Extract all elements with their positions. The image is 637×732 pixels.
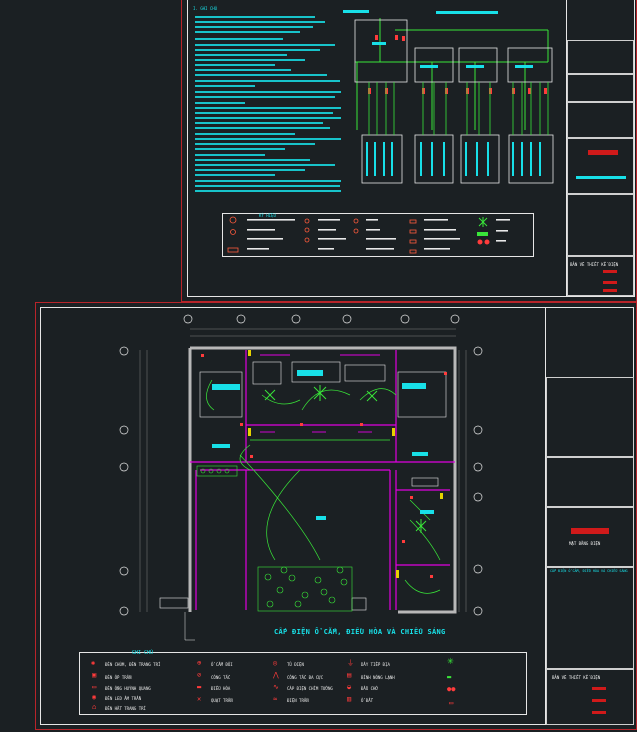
legend-item: CÁP ĐIỆN CHÌM TƯỜNG [287,686,333,691]
legend-item: Ổ ĐẤT [361,698,374,703]
ceiling-cable-icon: ≈ [273,695,278,703]
bottom-title-caption: MẶT BẰNG ĐIỆN [569,541,601,546]
legend-item: ĐÈN ỐNG HUỲNH QUANG [105,686,151,691]
panel-symbol-icon: ●● [447,685,456,693]
legend-item: ĐIỆN TRẦN [287,698,309,703]
bottom-legend-items: ✺ ĐÈN CHÙM, ĐÈN TRANG TRÍ ▣ ĐÈN ỐP TRẦN … [79,652,527,715]
top-title-caption: BẢN VẼ THIẾT KẾ ĐIỆN [570,262,619,267]
cove-light-icon: ⌂ [92,703,97,711]
heater-symbol-icon: ▭ [449,699,454,707]
socket-icon: ⊕ [197,659,202,667]
legend-item: DÂY TIẾP ĐỊA [361,662,390,667]
air-conditioner-icon: ▬ [197,683,202,691]
notes-heading: I. GHI CHÚ [193,6,218,11]
legend-item: ĐÈN ỐP TRẦN [105,675,132,680]
switch-icon: ⊘ [197,671,202,679]
bottom-title-drawing: CẤP ĐIỆN Ổ CẮM, ĐIỀU HÒA VÀ CHIẾU SÁNG [550,569,628,573]
top-notes: I. GHI CHÚ [193,6,343,196]
three-way-switch-icon: ⋀ [273,671,279,679]
legend-item: ĐÈN LED ÂM TRẦN [105,696,142,701]
earth-socket-icon: ▥ [347,695,352,703]
top-legend: KÝ HIỆU [222,213,534,257]
chandelier-icon: ✺ [91,659,96,667]
downlight-icon: ◉ [92,693,97,701]
top-title-block: BẢN VẼ THIẾT KẾ ĐIỆN [566,0,634,297]
top-legend-title: KÝ HIỆU [259,213,276,218]
ceiling-light-icon: ▣ [92,671,97,679]
legend-item: QUẠT TRẦN [211,698,233,703]
legend-item: ĐÈN CHÙM, ĐÈN TRANG TRÍ [105,662,161,667]
bottom-title-block: MẶT BẰNG ĐIỆN CẤP ĐIỆN Ổ CẮM, ĐIỀU HÒA V… [545,307,634,725]
legend-item: BÌNH NÓNG LẠNH [361,675,395,680]
legend-item: TỦ ĐIỆN [287,662,304,667]
tube-light-icon: ▭ [92,683,97,691]
ground-wire-icon: ⏚ [347,659,354,667]
bottom-title-bottom: BẢN VẼ THIẾT KẾ ĐIỆN [552,675,601,680]
legend-item: CÔNG TẮC [211,675,231,680]
plan-title: CẤP ĐIỆN Ổ CẮM, ĐIỀU HÒA VÀ CHIẾU SÁNG [274,628,446,636]
ceiling-fan-icon: ✕ [197,695,202,703]
cable-icon: ∿ [273,683,279,691]
panel-icon: ◎ [273,659,278,667]
water-heater-icon: ▤ [347,671,352,679]
fan-symbol-icon: ✳ [447,654,454,667]
legend-item: Ổ CẮM ĐÔI [211,662,233,667]
legend-item: ĐIỀU HÒA [211,686,231,691]
ac-symbol-icon: ▬ [447,673,452,681]
legend-item: CÔNG TẮC BA CỰC [287,675,324,680]
outlet-stub-icon: ◒ [347,683,352,691]
legend-item: ĐẦU CHỜ [361,686,378,691]
legend-item: ĐÈN HẮT TRANG TRÍ [105,706,146,711]
